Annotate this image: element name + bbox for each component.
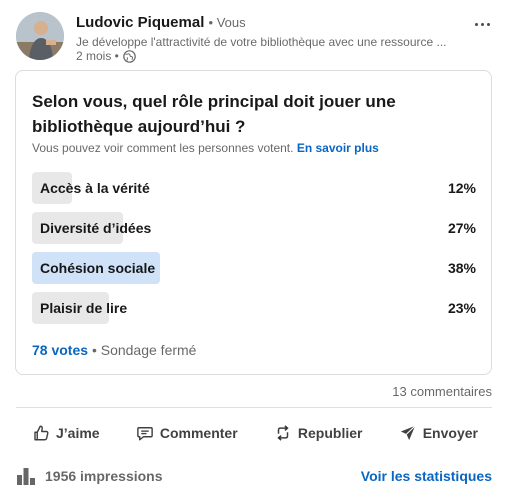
thumbs-up-icon <box>34 425 49 441</box>
poll-option-label: Diversité d’idées <box>40 220 152 236</box>
comment-button[interactable]: Commenter <box>136 416 238 450</box>
poll-option-label: Cohésion sociale <box>40 260 156 276</box>
votes-link[interactable]: 78 votes <box>32 342 88 358</box>
view-analytics-link[interactable]: Voir les statistiques <box>361 468 492 484</box>
author-name[interactable]: Ludovic Piquemal <box>76 14 204 31</box>
repost-button[interactable]: Republier <box>274 416 363 450</box>
post-meta: 2 mois • <box>76 49 136 63</box>
poll-question: Selon vous, quel rôle principal doit jou… <box>32 92 396 136</box>
poll-option-percent: 23% <box>447 300 476 316</box>
divider <box>16 407 492 408</box>
avatar-photo <box>16 12 64 60</box>
poll-option: Plaisir de lire 23% <box>32 292 476 324</box>
action-bar: J’aime Commenter Republier Envoyer <box>16 416 492 450</box>
send-icon <box>400 425 416 441</box>
poll-option-percent: 27% <box>447 220 476 236</box>
poll-option: Accès à la vérité 12% <box>32 172 476 204</box>
poll-visibility-note: Vous pouvez voir comment les personnes v… <box>32 141 379 155</box>
comment-label: Commenter <box>159 425 238 441</box>
author-headline: Je développe l'attractivité de votre bib… <box>76 35 447 49</box>
comments-count-link[interactable]: 13 commentaires <box>392 384 492 399</box>
author-relation: • Vous <box>208 15 246 30</box>
impressions: 1956 impressions <box>16 466 163 486</box>
like-label: J’aime <box>56 425 100 441</box>
poll-option-percent: 38% <box>447 260 476 276</box>
send-button[interactable]: Envoyer <box>399 416 478 450</box>
like-button[interactable]: J’aime <box>32 416 100 450</box>
globe-icon <box>123 49 136 63</box>
poll-visibility-text: Vous pouvez voir comment les personnes v… <box>32 141 294 155</box>
impressions-count: 1956 impressions <box>45 468 163 484</box>
poll-card: Selon vous, quel rôle principal doit jou… <box>15 70 492 375</box>
dot-icon <box>486 22 490 26</box>
poll-option: Diversité d’idées 27% <box>32 212 476 244</box>
repost-icon <box>277 425 289 441</box>
dot-icon <box>480 22 484 26</box>
bar-chart-icon <box>17 468 35 485</box>
post-header: Ludovic Piquemal • Vous Je développe l'a… <box>16 12 496 66</box>
poll-option-label: Plaisir de lire <box>40 300 128 316</box>
post-age: 2 mois • <box>76 49 119 63</box>
poll-status: • Sondage fermé <box>91 342 197 358</box>
author-line: Ludovic Piquemal • Vous <box>76 14 246 31</box>
poll-footer: 78 votes • Sondage fermé <box>32 342 196 358</box>
poll-option-percent: 12% <box>447 180 476 196</box>
learn-more-link[interactable]: En savoir plus <box>297 141 379 155</box>
send-label: Envoyer <box>422 425 478 441</box>
avatar[interactable] <box>16 12 64 60</box>
poll-option-label: Accès à la vérité <box>40 180 150 196</box>
dot-icon <box>474 22 478 26</box>
poll-option: Cohésion sociale 38% <box>32 252 476 284</box>
comment-icon <box>137 427 153 441</box>
more-options-button[interactable] <box>468 12 496 36</box>
repost-label: Republier <box>297 425 363 441</box>
